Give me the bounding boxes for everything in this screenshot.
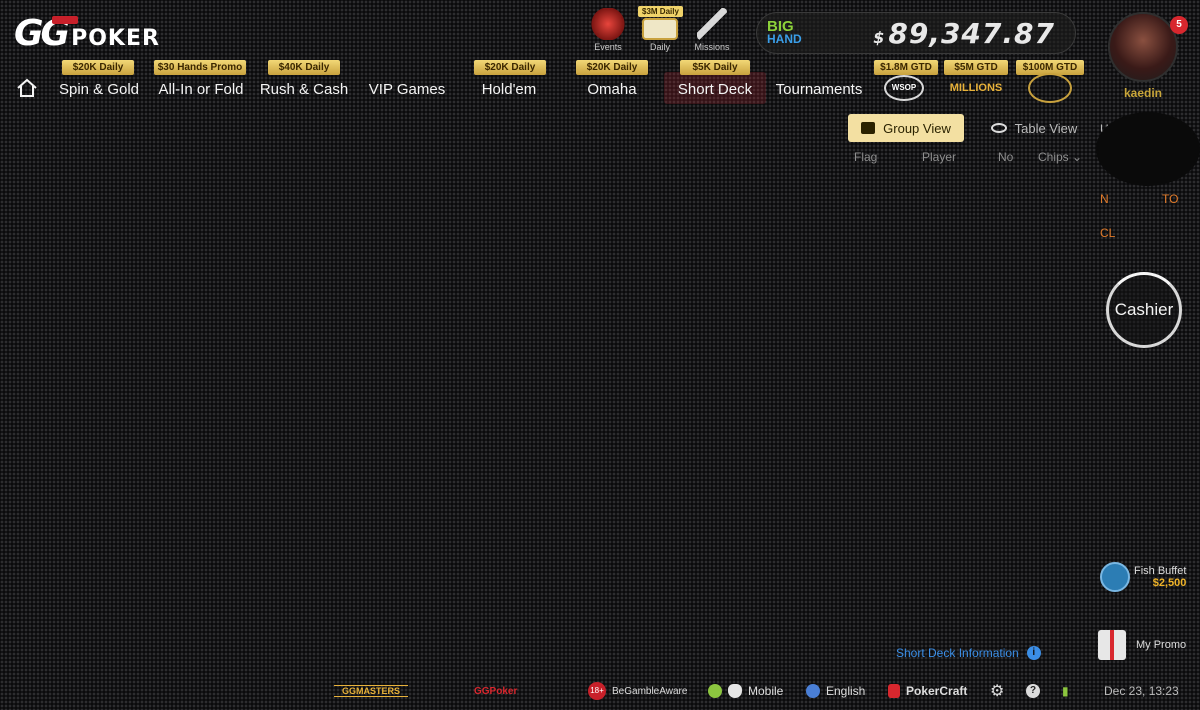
nav-ggmasters[interactable] — [1022, 73, 1078, 103]
side-label-cl: CL — [1100, 226, 1116, 240]
column-chips[interactable]: Chips ⌄ — [1038, 150, 1082, 164]
promo-missions[interactable]: Missions — [690, 8, 734, 52]
big-hand-logo: BIG HAND — [767, 19, 823, 46]
mobile-label: Mobile — [748, 684, 784, 698]
side-label-n: N — [1100, 192, 1109, 206]
mobile-link[interactable]: Mobile — [708, 681, 783, 701]
ggpoker-logo[interactable]: GG POKER — [14, 16, 160, 52]
nav-badge-holdem: $20K Daily — [474, 60, 546, 75]
promo-daily-label: Daily — [649, 42, 670, 52]
nav-holdem[interactable]: Hold'em — [466, 80, 552, 100]
fish-buffet-widget[interactable]: Fish Buffet $2,500 — [1100, 562, 1186, 592]
help-button[interactable]: ? — [1026, 681, 1040, 701]
wsop-logo-icon: WSOP — [884, 75, 924, 101]
column-chips-label: Chips — [1038, 150, 1069, 164]
ggpoker-footer-text: GGPoker — [474, 685, 518, 697]
big-hand-jackpot[interactable]: BIG HAND $ 89,347.87 — [756, 12, 1076, 54]
ggmasters-footer-text: GGMASTERS — [334, 685, 409, 697]
gamble-aware-link[interactable]: 18+ BeGambleAware — [588, 681, 687, 701]
language-selector[interactable]: English — [806, 681, 865, 701]
promo-events-label: Events — [594, 42, 622, 52]
pokercraft-icon — [888, 684, 900, 698]
nav-all-in-fold[interactable]: All-In or Fold — [150, 80, 252, 100]
nav-omaha[interactable]: Omaha — [572, 80, 652, 100]
nav-rush-cash[interactable]: Rush & Cash — [256, 80, 352, 100]
fish-buffet-title: Fish Buffet — [1134, 565, 1187, 577]
info-icon: i — [1026, 646, 1041, 660]
gamble-aware-text: BeGambleAware — [612, 685, 688, 697]
jackpot-value: 89,347.87 — [888, 16, 1055, 50]
my-promo-label: My Promo — [1136, 639, 1187, 651]
nav-millions[interactable]: MILLIONS — [942, 74, 1010, 102]
cashier-button[interactable]: Cashier — [1106, 272, 1182, 348]
table-view-button[interactable]: Table View — [974, 114, 1094, 142]
nav-wsop[interactable]: WSOP — [880, 74, 928, 102]
promo-events[interactable]: Events — [586, 8, 630, 52]
group-icon — [861, 122, 876, 134]
jackpot-amount: $ 89,347.87 — [873, 17, 1055, 50]
promo-missions-label: Missions — [694, 42, 730, 52]
nav-badge-rush-cash: $40K Daily — [268, 60, 340, 75]
short-deck-info-label: Short Deck Information — [896, 646, 1019, 660]
nav-badge-short-deck: $5K Daily — [680, 60, 750, 75]
android-icon — [708, 684, 722, 698]
column-flag[interactable]: Flag — [854, 150, 877, 164]
user-avatar[interactable] — [1108, 12, 1178, 82]
fish-buffet-value: $2,500 — [1152, 577, 1187, 589]
column-no[interactable]: No — [998, 150, 1013, 164]
signal-icon: ▮ — [1062, 684, 1069, 698]
globe-icon — [806, 684, 820, 698]
home-icon[interactable] — [16, 78, 38, 98]
table-view-label: Table View — [1014, 120, 1078, 136]
age-rating-badge: 18+ — [588, 682, 606, 700]
gear-icon: ⚙ — [990, 683, 1005, 700]
daily-badge: $3M Daily — [638, 6, 683, 17]
daily-ticket-icon — [642, 18, 678, 40]
pokercraft-label: PokerCraft — [906, 684, 968, 698]
group-view-label: Group View — [883, 120, 951, 136]
chevron-down-icon: ⌄ — [1072, 150, 1083, 164]
jackpot-currency: $ — [873, 27, 885, 47]
nav-tournaments[interactable]: Tournaments — [768, 80, 870, 100]
notification-badge[interactable]: 5 — [1170, 16, 1188, 34]
big-hand-line2: HAND — [767, 32, 802, 46]
settings-button[interactable]: ⚙ — [990, 681, 1004, 701]
short-deck-info-link[interactable]: Short Deck Information i — [896, 646, 1041, 660]
nav-badge-spin-gold: $20K Daily — [62, 60, 134, 75]
username-label[interactable]: kaedin — [1108, 86, 1178, 100]
group-view-button[interactable]: Group View — [848, 114, 964, 142]
side-label-to: TO — [1162, 192, 1179, 206]
column-player[interactable]: Player — [922, 150, 956, 164]
clock-display: Dec 23, 13:23 — [1104, 684, 1179, 698]
promo-daily[interactable]: Daily — [638, 18, 682, 52]
connection-status: ▮ — [1062, 681, 1069, 701]
pokercraft-link[interactable]: PokerCraft — [888, 681, 967, 701]
my-promo-button[interactable]: My Promo — [1098, 630, 1186, 660]
events-icon — [591, 8, 625, 40]
language-label: English — [826, 684, 866, 698]
apple-icon — [728, 684, 742, 698]
missions-flag-icon — [697, 8, 727, 40]
nav-badge-wsop: $1.8M GTD — [874, 60, 938, 75]
nav-vip-games[interactable]: VIP Games — [360, 80, 454, 100]
nav-short-deck[interactable]: Short Deck — [664, 80, 766, 100]
logo-poker-text: POKER — [71, 26, 160, 51]
ggpoker-footer-logo[interactable]: GGPoker — [474, 681, 517, 701]
help-icon: ? — [1026, 684, 1040, 698]
nav-badge-millions: $5M GTD — [944, 60, 1008, 75]
side-panel-blob — [1096, 112, 1200, 186]
table-icon — [990, 123, 1007, 133]
ggmasters-footer-logo[interactable]: GGMASTERS — [334, 681, 409, 701]
fish-buffet-icon — [1100, 562, 1130, 592]
nav-badge-all-in-fold: $30 Hands Promo — [154, 60, 246, 75]
gift-icon — [1098, 630, 1126, 660]
ggmasters-emblem-icon — [1028, 73, 1072, 103]
nav-badge-omaha: $20K Daily — [576, 60, 648, 75]
nav-spin-gold[interactable]: Spin & Gold — [50, 80, 148, 100]
logo-flag-decoration — [52, 16, 78, 24]
